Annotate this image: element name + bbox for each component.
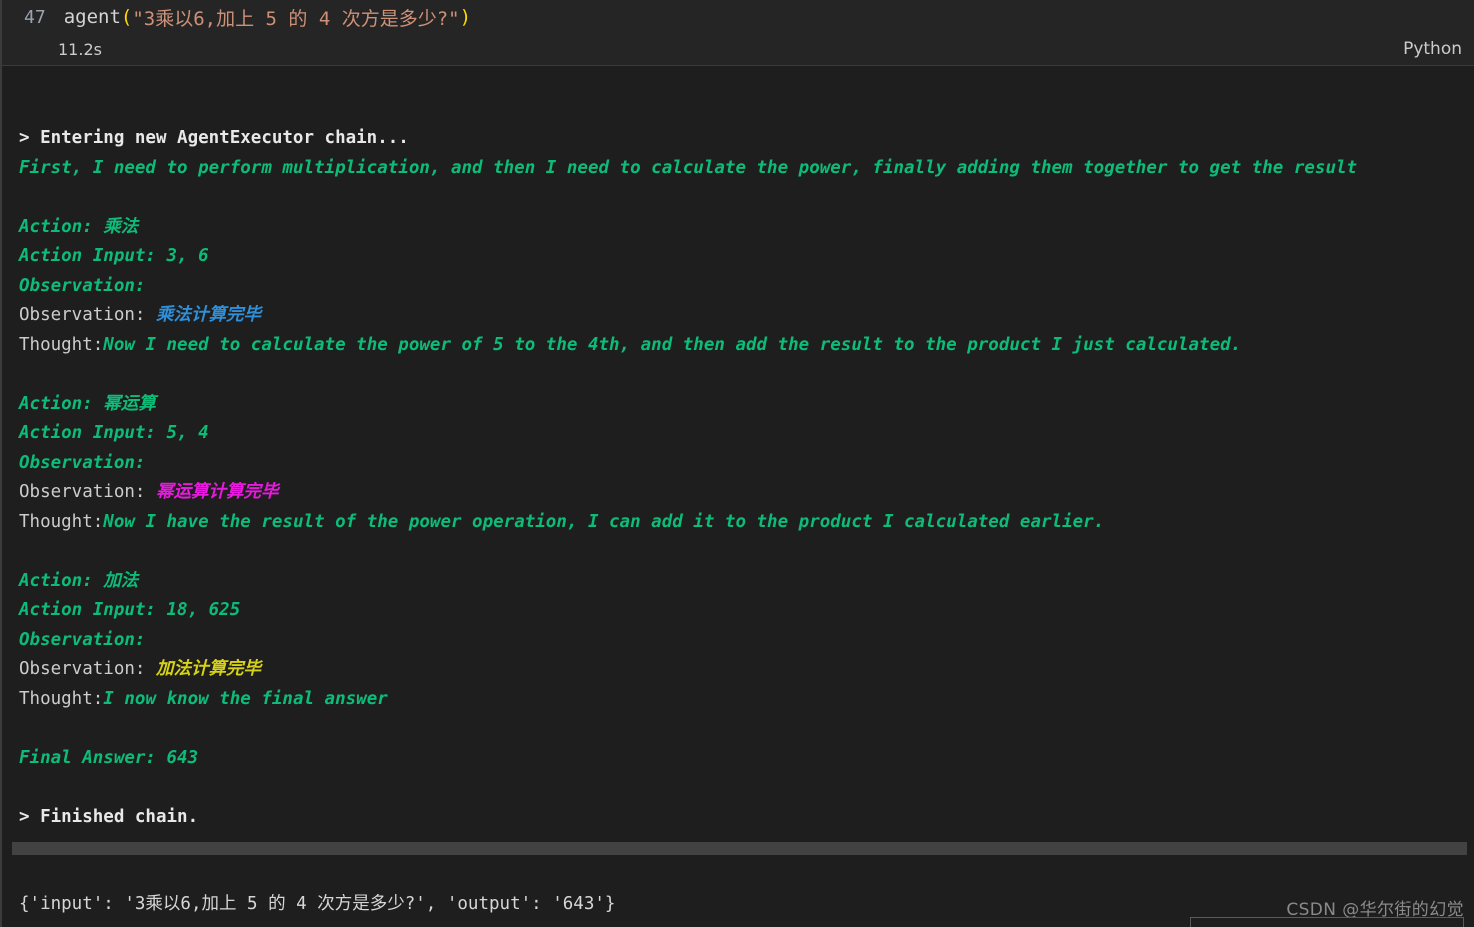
output-segment-observation-value-2-1: 幂运算计算完毕 bbox=[155, 482, 279, 502]
code-token-function: agent bbox=[63, 6, 121, 28]
output-line-observation-value-2: Observation: 幂运算计算完毕 bbox=[19, 478, 1474, 508]
output-segment-action-input-1-0: Action Input: 3, 6 bbox=[19, 246, 209, 266]
output-segment-observation-value-1-0: Observation: bbox=[19, 305, 156, 325]
output-line-action-1: Action: 乘法 bbox=[19, 213, 1474, 243]
output-segment-observation-value-2-0: Observation: bbox=[19, 482, 156, 502]
output-segment-entering-chain-0: > Entering new AgentExecutor chain... bbox=[19, 128, 409, 148]
output-line-action-input-3: Action Input: 18, 625 bbox=[19, 596, 1474, 626]
scrollbar-thumb[interactable] bbox=[12, 842, 1467, 855]
output-segment-final-answer-0: Final Answer: 643 bbox=[19, 747, 199, 768]
output-line-action-input-2: Action Input: 5, 4 bbox=[19, 419, 1474, 449]
output-line-blank-5 bbox=[19, 773, 1474, 803]
output-segment-thought-1-1: Now I need to calculate the power of 5 t… bbox=[103, 334, 1242, 355]
output-segment-finished-chain-0: > Finished chain. bbox=[19, 806, 199, 827]
output-line-first-thought: First, I need to perform multiplication,… bbox=[19, 154, 1474, 184]
output-segment-observation-value-1-1: 乘法计算完毕 bbox=[155, 305, 261, 325]
output-segment-action-2-0: Action: 幂运算 bbox=[19, 393, 156, 414]
code-token-close-paren: ) bbox=[459, 6, 472, 28]
code-token-string: "3乘以6,加上 5 的 4 次方是多少?" bbox=[132, 7, 460, 30]
output-line-action-2: Action: 幂运算 bbox=[19, 390, 1474, 420]
output-line-blank-1 bbox=[19, 183, 1474, 213]
output-line-observation-label-3: Observation: bbox=[19, 626, 1474, 656]
output-segment-observation-value-3-1: 加法计算完毕 bbox=[155, 659, 261, 679]
output-segment-observation-label-3-0: Observation: bbox=[19, 629, 156, 650]
output-segment-first-thought-0: First, I need to perform multiplication,… bbox=[19, 157, 1358, 178]
output-line-thought-2: Thought:Now I have the result of the pow… bbox=[19, 508, 1474, 538]
code-token-open-paren: ( bbox=[120, 6, 133, 28]
code-cell-header: 47 agent("3乘以6,加上 5 的 4 次方是多少?") 11.2s Py… bbox=[0, 0, 1474, 93]
output-line-blank-2 bbox=[19, 360, 1474, 390]
output-line-observation-value-1: Observation: 乘法计算完毕 bbox=[19, 301, 1474, 331]
output-segment-action-input-3-0: Action Input: 18, 625 bbox=[19, 600, 241, 620]
output-line-finished-chain: > Finished chain. bbox=[19, 803, 1474, 833]
cell-run-status: 11.2s bbox=[24, 36, 102, 93]
result-repr: {'input': '3乘以6,加上 5 的 4 次方是多少?', 'outpu… bbox=[19, 894, 616, 914]
check-icon bbox=[24, 39, 44, 93]
elapsed-time: 11.2s bbox=[58, 39, 102, 59]
output-segment-action-1-0: Action: 乘法 bbox=[19, 216, 139, 237]
output-segment-action-3-0: Action: 加法 bbox=[19, 570, 139, 591]
language-label: Python bbox=[1403, 39, 1462, 59]
output-segment-observation-value-3-0: Observation: bbox=[19, 659, 156, 679]
output-segment-observation-label-2-0: Observation: bbox=[19, 452, 156, 473]
output-segment-thought-2-1: Now I have the result of the power opera… bbox=[103, 511, 1105, 532]
output-line-blank-3 bbox=[19, 537, 1474, 567]
output-line-blank-4 bbox=[19, 714, 1474, 744]
language-selector[interactable]: Python bbox=[1403, 36, 1462, 62]
output-line-final-answer: Final Answer: 643 bbox=[19, 744, 1474, 774]
output-segment-thought-1-0: Thought: bbox=[19, 334, 104, 355]
output-segment-observation-label-1-0: Observation: bbox=[19, 275, 156, 296]
line-number: 47 bbox=[24, 6, 46, 28]
output-horizontal-scrollbar[interactable] bbox=[4, 840, 1474, 856]
output-line-entering-chain: > Entering new AgentExecutor chain... bbox=[19, 124, 1474, 154]
output-segment-action-input-2-0: Action Input: 5, 4 bbox=[19, 423, 209, 443]
output-line-observation-label-1: Observation: bbox=[19, 272, 1474, 302]
output-text-block: > Entering new AgentExecutor chain... Fir… bbox=[2, 124, 1474, 832]
output-segment-thought-2-0: Thought: bbox=[19, 511, 104, 532]
output-segment-thought-3-0: Thought: bbox=[19, 688, 104, 709]
cell-output-stream: > Entering new AgentExecutor chain... Fir… bbox=[0, 66, 1474, 856]
output-line-observation-label-2: Observation: bbox=[19, 449, 1474, 479]
output-line-thought-3: Thought:I now know the final answer bbox=[19, 685, 1474, 715]
output-line-thought-1: Thought:Now I need to calculate the powe… bbox=[19, 331, 1474, 361]
notebook-cell-output-view: 47 agent("3乘以6,加上 5 的 4 次方是多少?") 11.2s Py… bbox=[0, 0, 1474, 927]
bottom-panel-outline bbox=[1190, 917, 1464, 927]
output-line-action-input-1: Action Input: 3, 6 bbox=[19, 242, 1474, 272]
output-segment-thought-3-1: I now know the final answer bbox=[103, 688, 388, 709]
code-line[interactable]: 47 agent("3乘以6,加上 5 的 4 次方是多少?") bbox=[24, 0, 471, 34]
output-line-action-3: Action: 加法 bbox=[19, 567, 1474, 597]
output-line-observation-value-3: Observation: 加法计算完毕 bbox=[19, 655, 1474, 685]
